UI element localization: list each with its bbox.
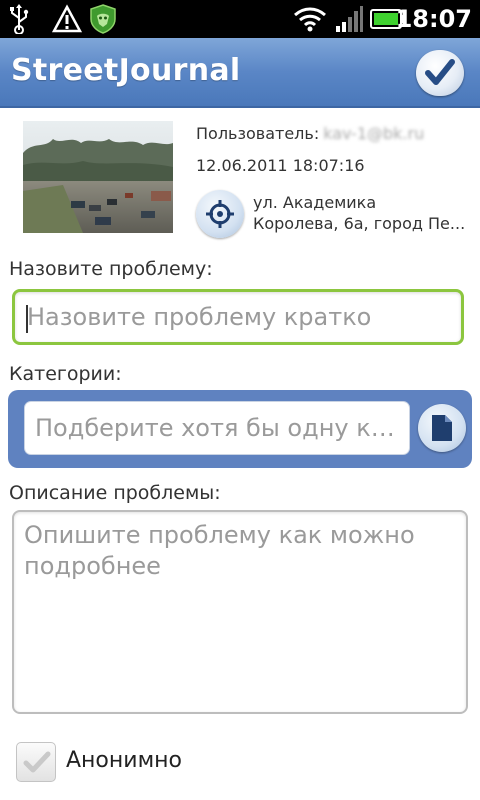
user-email: kav-1@bk.ru — [323, 124, 425, 143]
usb-icon — [10, 4, 29, 34]
app-title: StreetJournal — [11, 53, 241, 88]
problem-name-label: Назовите проблему: — [9, 258, 213, 280]
clock: 18:07 — [395, 5, 472, 33]
checkmark-icon — [23, 751, 51, 773]
timestamp: 12.06.2011 18:07:16 — [196, 156, 365, 175]
warning-icon — [52, 4, 82, 33]
description-label: Описание проблемы: — [9, 482, 221, 504]
address-line-1: ул. Академика — [253, 193, 377, 212]
problem-name-placeholder: Назовите проблему кратко — [27, 303, 372, 331]
user-info: Пользователь: kav-1@bk.ru — [196, 124, 424, 143]
description-textarea[interactable]: Опишите проблему как можно подробнее — [12, 510, 468, 714]
document-icon — [432, 415, 452, 441]
anonymous-checkbox[interactable] — [16, 742, 56, 782]
street-photo-image — [23, 121, 173, 233]
crosshair-icon — [206, 200, 234, 228]
antivirus-shield-icon — [90, 4, 116, 34]
problem-name-input[interactable]: Назовите проблему кратко — [12, 289, 464, 345]
checkmark-icon — [425, 59, 455, 85]
done-button[interactable] — [416, 50, 464, 96]
address: ул. Академика Королева, 6а, город Пе... — [253, 192, 468, 234]
anonymous-label[interactable]: Анонимно — [66, 748, 182, 773]
signal-icon — [336, 6, 363, 32]
locate-button[interactable] — [196, 190, 244, 238]
categories-input[interactable]: Подберите хотя бы одну ка... — [24, 401, 410, 455]
categories-panel: Подберите хотя бы одну ка... — [8, 390, 472, 468]
categories-label: Категории: — [9, 363, 122, 385]
user-label: Пользователь: — [196, 124, 320, 143]
address-line-2: Королева, 6а, город Пе... — [253, 214, 466, 233]
wifi-icon — [294, 7, 326, 32]
categories-placeholder: Подберите хотя бы одну ка... — [35, 414, 401, 442]
status-bar: 18:07 — [0, 0, 480, 38]
choose-categories-button[interactable] — [418, 404, 466, 452]
title-bar: StreetJournal — [0, 38, 480, 108]
photo-thumbnail[interactable] — [23, 121, 173, 233]
description-placeholder: Опишите проблему как можно подробнее — [24, 521, 415, 580]
